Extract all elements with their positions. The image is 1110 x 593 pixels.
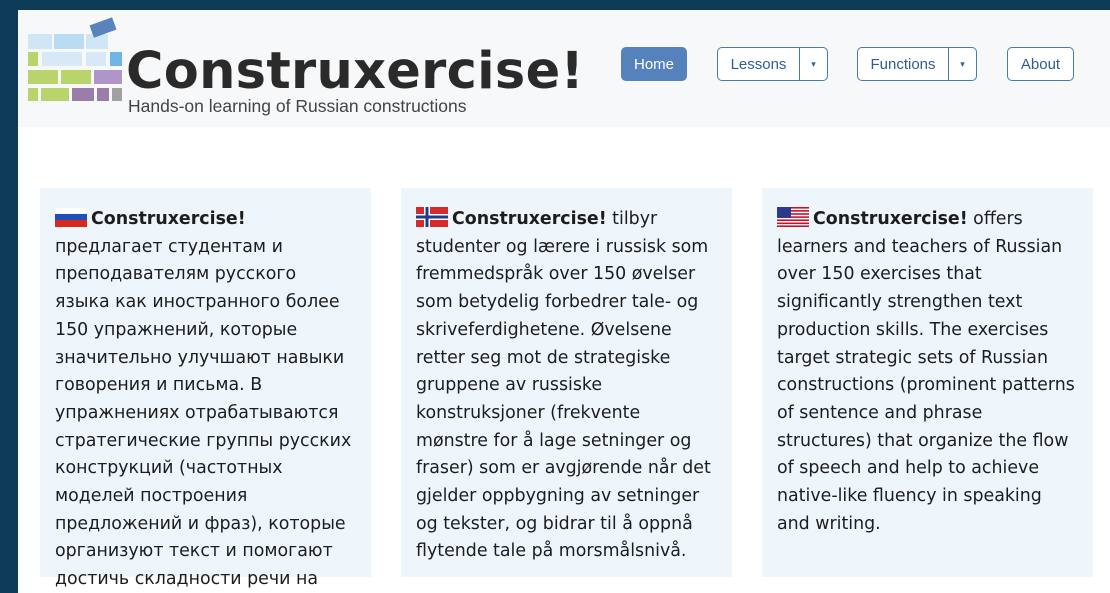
- logo-title: Construxercise!: [126, 42, 585, 101]
- nav-home-label: Home: [633, 55, 674, 73]
- nav-functions-label: Functions: [870, 55, 936, 73]
- nav-functions-button[interactable]: Functions ▾: [857, 47, 977, 81]
- card-text: предлагает студентам и преподавателям ру…: [55, 236, 352, 590]
- nav-about-button[interactable]: About: [1007, 47, 1074, 81]
- card-english: Construxercise! offers learners and teac…: [762, 188, 1093, 577]
- card-norwegian: Construxercise! tilbyr studenter og lære…: [401, 188, 732, 577]
- usa-flag-icon: [777, 207, 809, 227]
- page: Construxercise! Hands-on learning of Rus…: [18, 10, 1110, 593]
- chevron-down-icon[interactable]: ▾: [948, 48, 976, 80]
- russia-flag-icon: [55, 207, 87, 227]
- card-brand: Construxercise!: [91, 209, 246, 229]
- nav-lessons-label: Lessons: [730, 55, 787, 73]
- norway-flag-icon: [416, 207, 448, 227]
- card-brand: Construxercise!: [452, 209, 607, 229]
- logo-blocks-icon: [28, 14, 138, 114]
- chevron-down-icon[interactable]: ▾: [799, 48, 827, 80]
- site-logo[interactable]: Construxercise! Hands-on learning of Rus…: [28, 14, 584, 124]
- card-brand: Construxercise!: [813, 209, 968, 229]
- site-header: Construxercise! Hands-on learning of Rus…: [18, 10, 1110, 127]
- logo-tagline: Hands-on learning of Russian constructio…: [128, 96, 467, 116]
- nav-home-button[interactable]: Home: [621, 47, 687, 81]
- card-russian: Construxercise! предлагает студентам и п…: [40, 188, 371, 589]
- card-text: offers learners and teachers of Russian …: [777, 209, 1075, 534]
- card-text: tilbyr studenter og lærere i russisk som…: [416, 209, 711, 562]
- nav-about-label: About: [1020, 55, 1061, 73]
- nav-lessons-button[interactable]: Lessons ▾: [717, 47, 828, 81]
